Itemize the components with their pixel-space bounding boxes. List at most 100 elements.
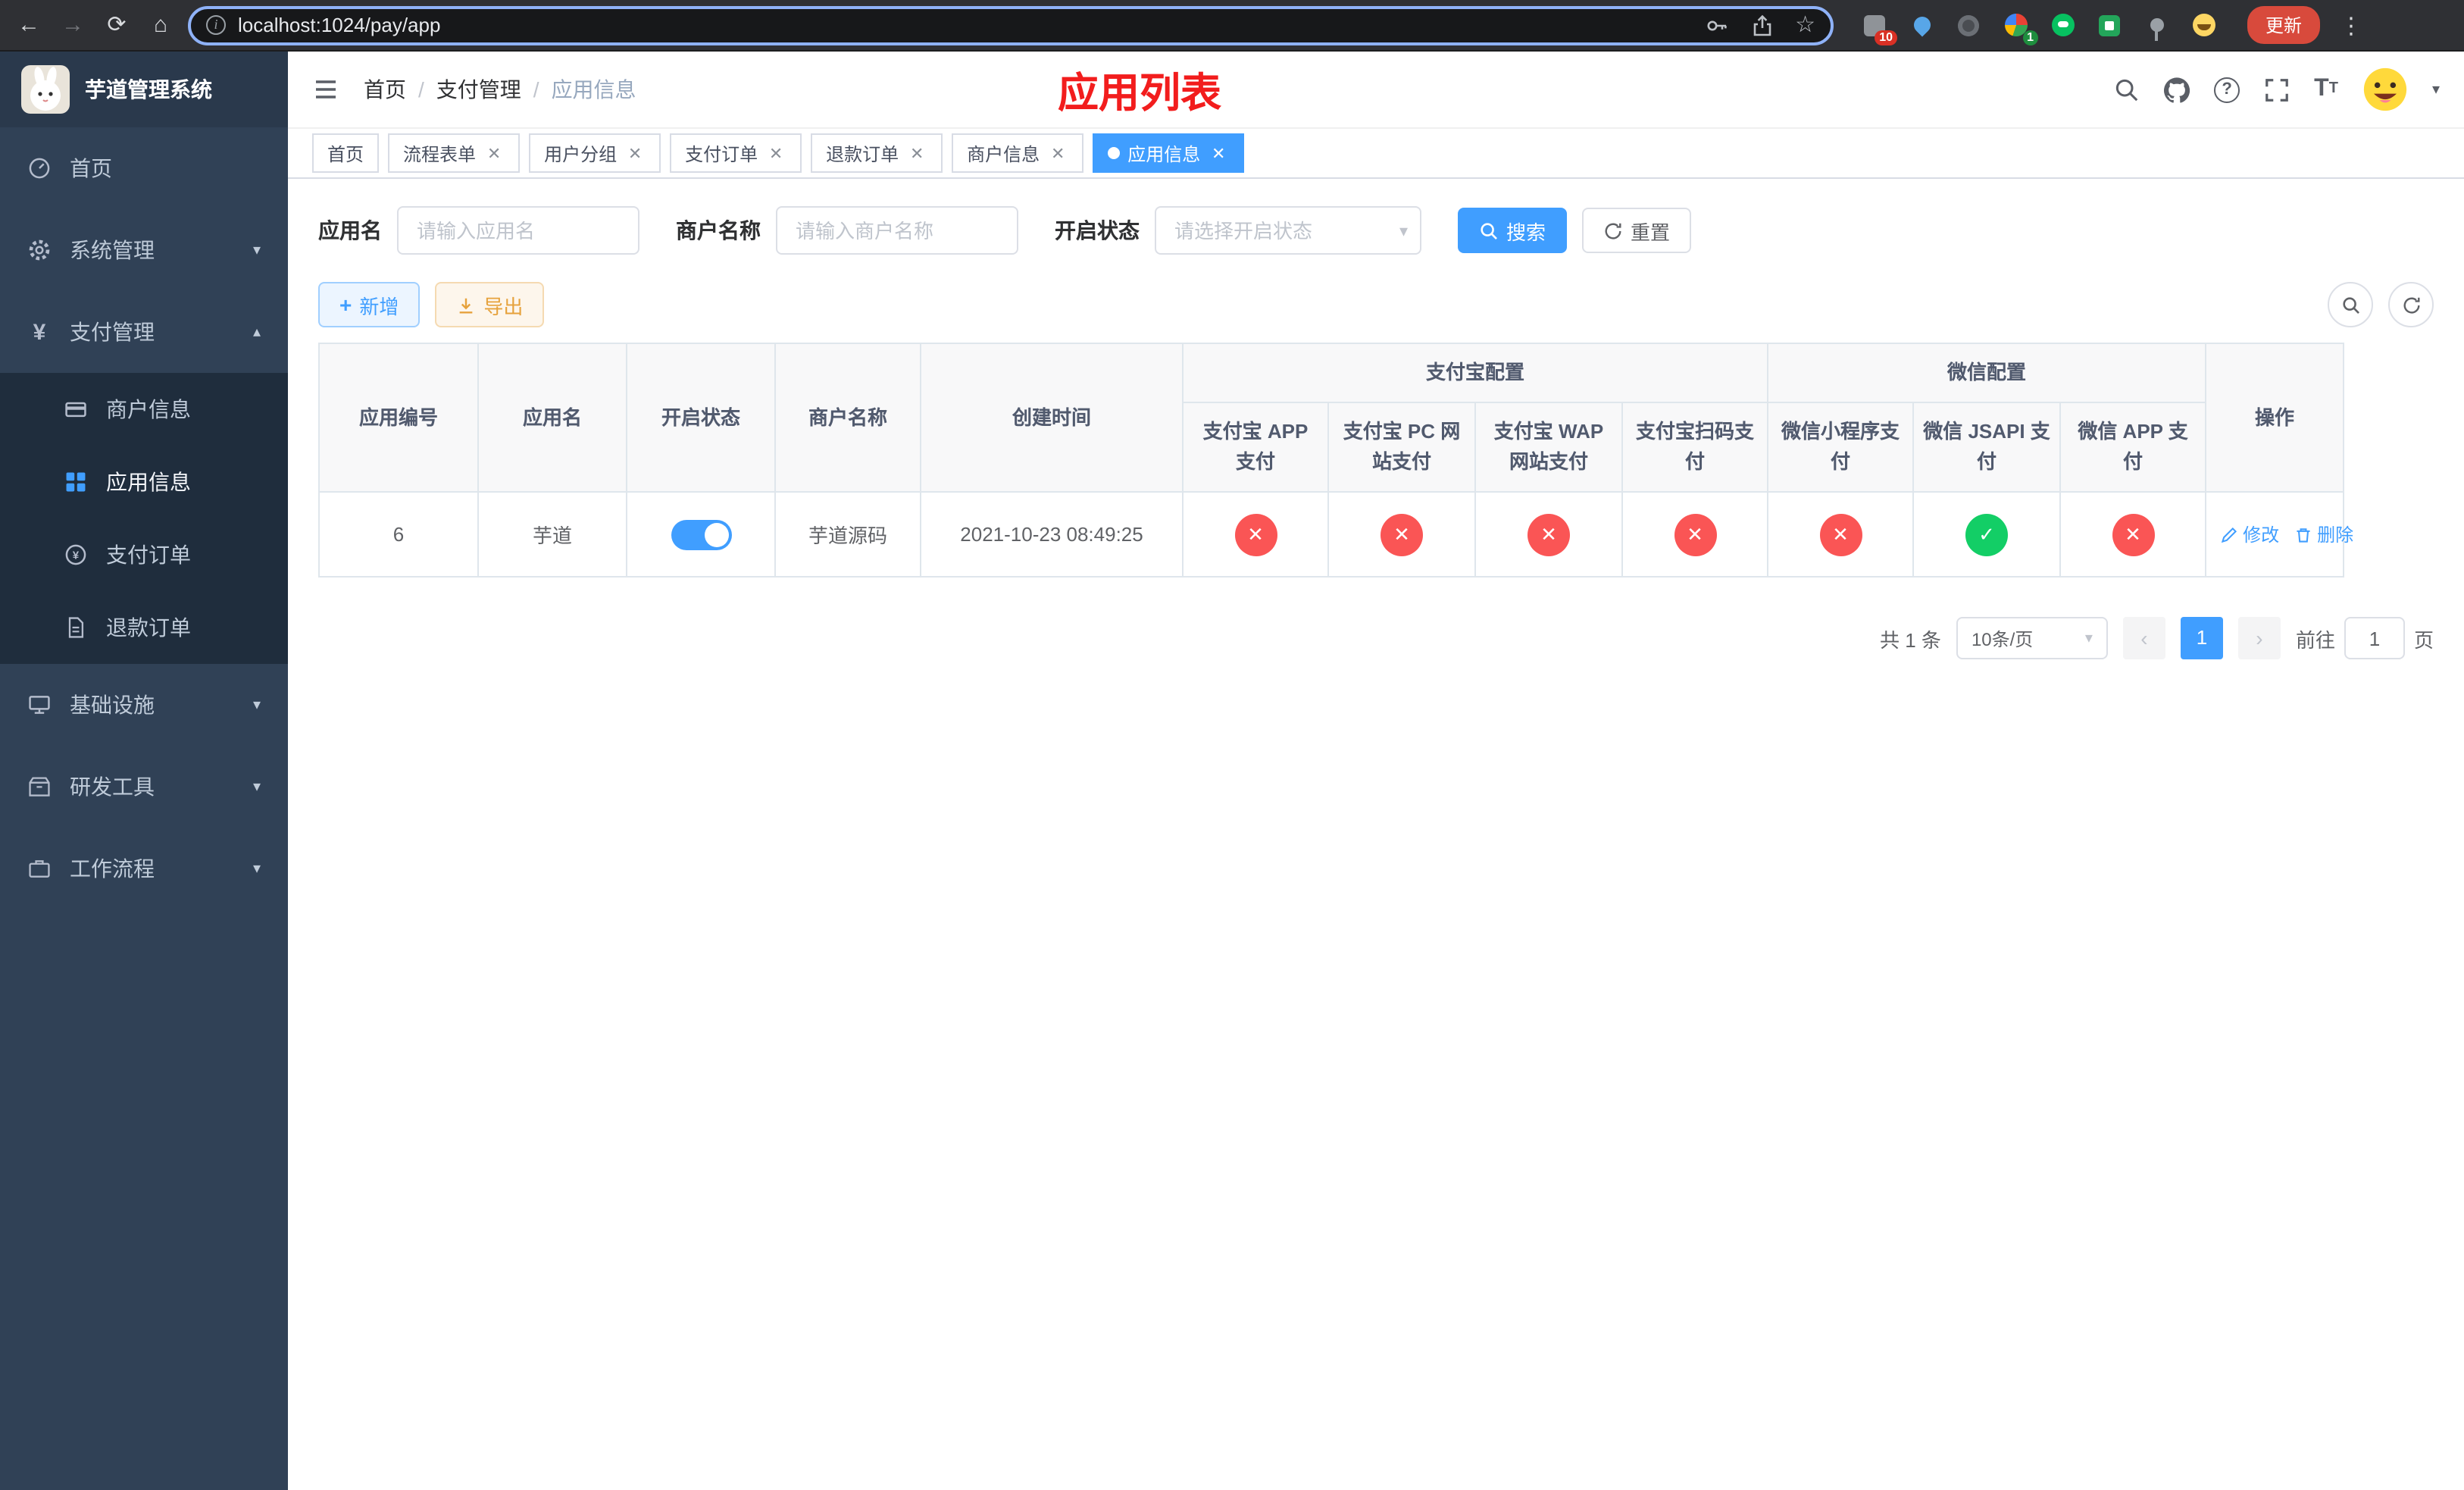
delete-button[interactable]: 删除: [2294, 521, 2353, 547]
next-page-button[interactable]: ›: [2237, 617, 2281, 660]
tab-process-form[interactable]: 流程表单 ✕: [388, 133, 521, 173]
export-button-label: 导出: [483, 295, 524, 318]
search-icon: [2342, 296, 2359, 313]
extension-profile-icon[interactable]: 1: [2000, 10, 2038, 45]
extension-ring-icon[interactable]: [1953, 10, 1984, 40]
browser-update-button[interactable]: 更新: [2247, 6, 2321, 44]
forward-icon[interactable]: →: [56, 8, 89, 42]
monitor-icon: [29, 696, 50, 714]
add-button[interactable]: + 新增: [318, 282, 421, 327]
search-button[interactable]: 搜索: [1458, 208, 1568, 253]
goto-page-input[interactable]: [2344, 617, 2405, 660]
close-icon[interactable]: ✕: [1047, 143, 1068, 163]
pagination-total: 共 1 条: [1880, 628, 1941, 652]
svg-text:¥: ¥: [73, 549, 80, 562]
extension-pin-icon[interactable]: [2141, 10, 2172, 41]
prev-page-button[interactable]: ‹: [2122, 617, 2165, 660]
sidebar-item-label: 系统管理: [70, 238, 155, 262]
help-icon[interactable]: ?: [2214, 77, 2240, 102]
sidebar-item-pay-orders[interactable]: ¥ 支付订单: [0, 518, 288, 591]
wechat-app-status-icon: ✕: [2112, 513, 2155, 556]
content: 应用名 商户名称 开启状态 ▾ 搜索: [288, 179, 2464, 1490]
search-icon[interactable]: [2114, 77, 2140, 102]
site-info-icon[interactable]: i: [206, 15, 226, 35]
status-toggle[interactable]: [671, 519, 731, 550]
tab-merchant-info[interactable]: 商户信息 ✕: [952, 133, 1084, 173]
sidebar-toggle-icon[interactable]: [312, 76, 339, 103]
home-icon[interactable]: ⌂: [144, 8, 177, 42]
extension-puzzle-icon[interactable]: 10: [1859, 10, 1897, 45]
close-icon[interactable]: ✕: [1208, 143, 1229, 163]
extension-emoji-icon[interactable]: [2188, 10, 2219, 40]
sidebar-item-system[interactable]: 系统管理 ▾: [0, 209, 288, 291]
merchant-name-input[interactable]: [776, 206, 1018, 255]
breadcrumb-payment[interactable]: 支付管理: [436, 74, 521, 105]
download-icon: [460, 297, 473, 313]
address-bar[interactable]: i localhost:1024/pay/app ☆: [188, 5, 1834, 45]
reload-icon[interactable]: ⟳: [100, 8, 133, 42]
user-avatar[interactable]: [2362, 67, 2408, 112]
avatar-dropdown-icon[interactable]: ▾: [2432, 81, 2440, 98]
sidebar-item-label: 退款订单: [106, 615, 191, 640]
alipay-wap-status-icon: ✕: [1527, 513, 1570, 556]
col-header-app-id: 应用编号: [318, 342, 479, 493]
breadcrumb-home[interactable]: 首页: [364, 74, 406, 105]
browser-menu-icon[interactable]: ⋮: [2340, 11, 2362, 39]
tab-pay-orders[interactable]: 支付订单 ✕: [670, 133, 802, 173]
sidebar-item-home[interactable]: 首页: [0, 127, 288, 209]
extension-green-square-icon[interactable]: [2094, 10, 2125, 40]
credit-card-icon: [65, 402, 86, 418]
close-icon[interactable]: ✕: [483, 143, 505, 163]
sidebar-item-label: 商户信息: [106, 397, 191, 421]
back-icon[interactable]: ←: [12, 8, 45, 42]
tab-user-group[interactable]: 用户分组 ✕: [529, 133, 661, 173]
col-group-alipay: 支付宝配置: [1181, 342, 1769, 404]
search-icon: [1481, 222, 1497, 239]
bookmark-star-icon[interactable]: ☆: [1795, 12, 1815, 37]
extension-badge: 10: [1875, 30, 1897, 45]
sidebar-item-app-info[interactable]: 应用信息: [0, 446, 288, 518]
close-icon[interactable]: ✕: [765, 143, 786, 163]
close-icon[interactable]: ✕: [624, 143, 646, 163]
edit-button[interactable]: 修改: [2220, 521, 2279, 547]
app-logo[interactable]: 芋道管理系统: [0, 52, 288, 127]
font-size-icon[interactable]: TT: [2314, 77, 2338, 102]
sidebar-item-infrastructure[interactable]: 基础设施 ▾: [0, 664, 288, 746]
close-icon[interactable]: ✕: [906, 143, 927, 163]
sidebar-item-dev-tools[interactable]: 研发工具 ▾: [0, 746, 288, 828]
payment-submenu: 商户信息 应用信息 ¥ 支付订单 退款订单: [0, 373, 288, 664]
refresh-table-button[interactable]: [2388, 282, 2434, 327]
goto-prefix: 前往: [2295, 628, 2335, 652]
col-header-alipay-qr: 支付宝扫码支付: [1621, 402, 1769, 493]
toggle-search-button[interactable]: [2328, 282, 2373, 327]
reset-button[interactable]: 重置: [1582, 208, 1692, 253]
page-size-select[interactable]: 10条/页 ▾: [1956, 617, 2108, 660]
tab-refund-orders[interactable]: 退款订单 ✕: [811, 133, 943, 173]
status-select[interactable]: ▾: [1155, 206, 1421, 255]
status-select-input[interactable]: [1155, 206, 1421, 255]
filter-bar: 应用名 商户名称 开启状态 ▾ 搜索: [318, 206, 2434, 255]
extension-wechat-icon[interactable]: [2047, 10, 2078, 40]
export-button[interactable]: 导出: [435, 282, 545, 327]
sidebar-item-refund-orders[interactable]: 退款订单: [0, 591, 288, 664]
col-group-wechat: 微信配置: [1767, 342, 2207, 404]
cell-merchant: 芋道源码: [774, 491, 921, 578]
fullscreen-icon[interactable]: [2264, 77, 2290, 102]
chevron-down-icon: ▾: [252, 696, 261, 713]
sidebar-item-payment[interactable]: ¥ 支付管理 ▴: [0, 291, 288, 373]
extension-drop-icon[interactable]: [1906, 10, 1937, 40]
tab-home[interactable]: 首页: [312, 133, 380, 173]
col-header-wechat-app: 微信 APP 支付: [2059, 402, 2207, 493]
page-number-button[interactable]: 1: [2180, 617, 2223, 660]
github-icon[interactable]: [2164, 77, 2190, 102]
password-key-icon[interactable]: [1704, 13, 1728, 37]
sidebar-item-label: 工作流程: [70, 856, 155, 881]
tab-app-info[interactable]: 应用信息 ✕: [1093, 133, 1245, 173]
app-name-input[interactable]: [397, 206, 639, 255]
col-header-alipay-app: 支付宝 APP 支付: [1182, 402, 1329, 493]
pagination: 共 1 条 10条/页 ▾ ‹ 1 › 前往 页: [318, 617, 2434, 660]
sidebar-item-merchant-info[interactable]: 商户信息: [0, 373, 288, 446]
grid-icon: [66, 472, 86, 492]
share-icon[interactable]: [1750, 13, 1774, 37]
sidebar-item-workflow[interactable]: 工作流程 ▾: [0, 828, 288, 909]
